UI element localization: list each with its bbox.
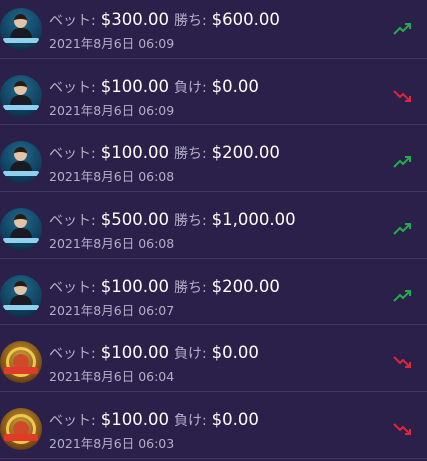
bet-amount: $100.00 bbox=[100, 276, 169, 296]
result-label: 勝ち: bbox=[173, 213, 207, 230]
bet-label: ベット: bbox=[49, 346, 96, 363]
result-label: 負け: bbox=[173, 79, 207, 96]
bet-label: ベット: bbox=[49, 79, 96, 96]
bet-summary: ベット: $500.00 勝ち: $1,000.00 bbox=[49, 209, 301, 231]
result-amount: $1,000.00 bbox=[211, 210, 296, 230]
result-label: 負け: bbox=[173, 413, 207, 430]
result-label: 勝ち: bbox=[173, 279, 207, 296]
list-item[interactable]: ベット: $100.00 負け: $0.00 2021年8月6日 06:04 bbox=[0, 325, 427, 393]
list-item[interactable]: ベット: $100.00 負け: $0.00 2021年8月6日 06:09 bbox=[0, 59, 427, 126]
bet-summary: ベット: $100.00 負け: $0.00 bbox=[49, 76, 264, 98]
bet-summary: ベット: $100.00 勝ち: $200.00 bbox=[49, 142, 285, 164]
bet-timestamp: 2021年8月6日 06:08 bbox=[49, 169, 175, 185]
bet-timestamp: 2021年8月6日 06:09 bbox=[49, 36, 175, 51]
bet-amount: $500.00 bbox=[100, 210, 169, 230]
blackjack-game-icon bbox=[0, 208, 42, 251]
bet-timestamp: 2021年8月6日 06:08 bbox=[49, 236, 175, 252]
bet-timestamp: 2021年8月6日 06:09 bbox=[49, 102, 175, 118]
bet-amount: $100.00 bbox=[100, 76, 169, 96]
bet-summary: ベット: $300.00 勝ち: $600.00 bbox=[49, 9, 285, 31]
blackjack-game-icon bbox=[0, 8, 42, 50]
bet-summary: ベット: $100.00 勝ち: $200.00 bbox=[49, 276, 285, 298]
trend-down-icon bbox=[393, 356, 411, 369]
bet-summary: ベット: $100.00 負け: $0.00 bbox=[49, 342, 264, 364]
bet-summary: ベット: $100.00 負け: $0.00 bbox=[49, 409, 264, 431]
bet-label: ベット: bbox=[49, 146, 96, 163]
result-label: 勝ち: bbox=[173, 146, 207, 163]
result-amount: $600.00 bbox=[211, 10, 280, 29]
bet-amount: $100.00 bbox=[100, 343, 169, 363]
result-amount: $0.00 bbox=[211, 343, 259, 363]
bet-timestamp: 2021年8月6日 06:07 bbox=[49, 302, 175, 318]
trend-up-icon bbox=[393, 23, 411, 35]
bet-label: ベット: bbox=[49, 13, 96, 29]
result-label: 勝ち: bbox=[173, 13, 207, 29]
crazy-time-game-icon bbox=[0, 408, 42, 451]
list-item[interactable]: ベット: $100.00 勝ち: $200.00 2021年8月6日 06:07 bbox=[0, 259, 427, 326]
trend-up-icon bbox=[393, 289, 411, 302]
bet-label: ベット: bbox=[49, 279, 96, 296]
list-item[interactable]: ベット: $100.00 勝ち: $200.00 2021年8月6日 06:08 bbox=[0, 125, 427, 193]
crazy-time-game-icon bbox=[0, 341, 42, 384]
trend-down-icon bbox=[393, 423, 411, 436]
result-amount: $200.00 bbox=[211, 143, 280, 163]
result-amount: $200.00 bbox=[211, 276, 280, 296]
list-item[interactable]: ベット: $100.00 負け: $0.00 2021年8月6日 06:03 bbox=[0, 392, 427, 459]
result-amount: $0.00 bbox=[211, 410, 259, 430]
trend-up-icon bbox=[393, 223, 411, 235]
result-label: 負け: bbox=[173, 346, 207, 363]
bet-timestamp: 2021年8月6日 06:03 bbox=[49, 436, 175, 452]
blackjack-game-icon bbox=[0, 74, 42, 117]
list-item[interactable]: ベット: $300.00 勝ち: $600.00 2021年8月6日 06:09 bbox=[0, 0, 427, 59]
trend-up-icon bbox=[393, 156, 411, 169]
blackjack-game-icon bbox=[0, 274, 42, 317]
bet-timestamp: 2021年8月6日 06:04 bbox=[49, 369, 175, 385]
bet-amount: $100.00 bbox=[100, 410, 169, 430]
bet-amount: $100.00 bbox=[100, 143, 169, 163]
bet-amount: $300.00 bbox=[100, 10, 169, 29]
result-amount: $0.00 bbox=[211, 76, 259, 96]
bet-label: ベット: bbox=[49, 213, 96, 230]
blackjack-game-icon bbox=[0, 141, 42, 184]
bet-label: ベット: bbox=[49, 413, 96, 430]
trend-down-icon bbox=[393, 89, 411, 102]
bet-history-list: ベット: $300.00 勝ち: $600.00 2021年8月6日 06:09 ベッ… bbox=[0, 0, 427, 459]
list-item[interactable]: ベット: $500.00 勝ち: $1,000.00 2021年8月6日 06:08 bbox=[0, 192, 427, 259]
